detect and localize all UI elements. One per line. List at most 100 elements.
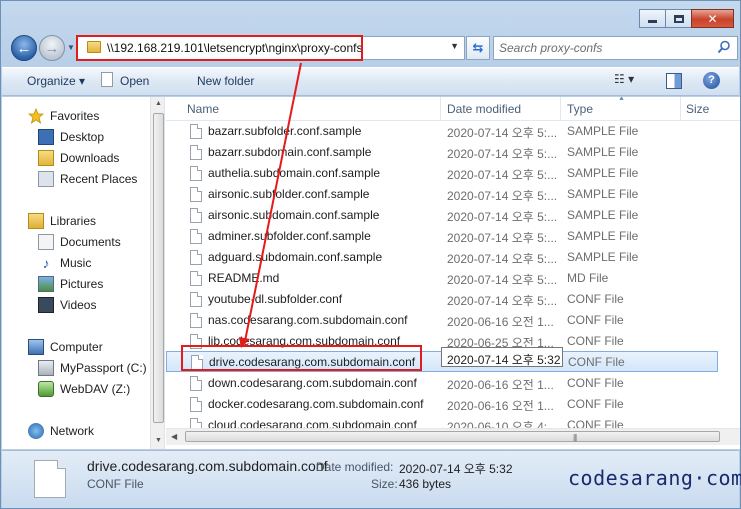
file-type: SAMPLE File xyxy=(567,208,639,222)
table-row[interactable]: README.md 2020-07-14 오후 5:... MD File xyxy=(166,268,718,289)
column-divider[interactable] xyxy=(560,97,561,121)
table-row[interactable]: authelia.subdomain.conf.sample 2020-07-14… xyxy=(166,163,718,184)
open-button[interactable]: Open xyxy=(101,72,150,88)
nav-downloads[interactable]: Downloads xyxy=(38,148,119,168)
open-label: Open xyxy=(120,74,150,88)
file-date: 2020-07-14 오후 5:... xyxy=(447,189,558,203)
file-name[interactable]: airsonic.subfolder.conf.sample xyxy=(208,187,369,201)
scroll-down-icon[interactable]: ▼ xyxy=(155,437,162,444)
file-name[interactable]: authelia.subdomain.conf.sample xyxy=(208,166,380,180)
command-toolbar: Organize ▾ Open New folder ☷ ▾ ? xyxy=(2,67,739,96)
table-row[interactable]: airsonic.subfolder.conf.sample 2020-07-14… xyxy=(166,184,718,205)
file-name[interactable]: youtube-dl.subfolder.conf xyxy=(208,292,342,306)
nav-network-label: Network xyxy=(50,424,95,438)
minimize-button[interactable] xyxy=(639,9,666,28)
file-name[interactable]: adguard.subdomain.conf.sample xyxy=(208,250,382,264)
maximize-button[interactable] xyxy=(665,9,692,28)
search-input[interactable] xyxy=(499,40,709,56)
file-type: SAMPLE File xyxy=(567,250,639,264)
nav-mypassport-label: MyPassport (C:) xyxy=(60,361,147,375)
close-icon: ✕ xyxy=(707,11,718,26)
file-name[interactable]: docker.codesarang.com.subdomain.conf xyxy=(208,397,423,411)
file-name[interactable]: bazarr.subfolder.conf.sample xyxy=(208,124,361,138)
file-icon xyxy=(190,166,202,181)
file-type: CONF File xyxy=(568,355,625,369)
column-type[interactable]: Type xyxy=(567,102,593,116)
close-button[interactable]: ✕ xyxy=(691,9,734,28)
table-row[interactable]: adminer.subfolder.conf.sample 2020-07-14 … xyxy=(166,226,718,247)
table-row[interactable]: adguard.subdomain.conf.sample 2020-07-14 … xyxy=(166,247,718,268)
nav-mypassport-drive[interactable]: MyPassport (C:) xyxy=(38,358,147,378)
nav-libraries-label: Libraries xyxy=(50,214,97,228)
nav-favorites[interactable]: Favorites xyxy=(27,106,100,126)
column-name[interactable]: Name xyxy=(187,102,219,116)
computer-icon xyxy=(28,339,44,355)
address-dropdown-icon[interactable]: ▼ xyxy=(450,41,459,51)
column-size[interactable]: Size xyxy=(686,102,709,116)
change-view-icon[interactable]: ☷ ▾ xyxy=(614,72,640,90)
file-icon xyxy=(190,187,202,202)
nav-pane-scrollbar[interactable]: ▲ ▼ xyxy=(150,97,164,449)
nav-computer[interactable]: Computer xyxy=(28,337,103,357)
minimize-icon xyxy=(648,20,657,23)
organize-button[interactable]: Organize ▾ xyxy=(27,74,85,88)
nav-network[interactable]: Network xyxy=(28,421,94,441)
file-icon xyxy=(190,271,202,286)
scroll-up-icon[interactable]: ▲ xyxy=(155,100,162,107)
back-button[interactable]: ← xyxy=(11,35,37,61)
forward-button[interactable]: → xyxy=(39,35,65,61)
nav-webdav-drive[interactable]: WebDAV (Z:) xyxy=(38,379,130,399)
scroll-left-icon[interactable]: ◀ xyxy=(171,432,177,441)
file-name[interactable]: README.md xyxy=(208,271,279,285)
nav-desktop[interactable]: Desktop xyxy=(38,127,104,147)
nav-videos[interactable]: Videos xyxy=(38,295,96,315)
column-divider[interactable] xyxy=(440,97,441,121)
file-type: SAMPLE File xyxy=(567,187,639,201)
table-row[interactable]: down.codesarang.com.subdomain.conf 2020-0… xyxy=(166,373,718,394)
nav-recent-places[interactable]: Recent Places xyxy=(38,169,137,189)
file-date: 2020-07-14 오후 5:... xyxy=(447,147,558,161)
nav-music-label: Music xyxy=(60,256,92,270)
file-name[interactable]: airsonic.subdomain.conf.sample xyxy=(208,208,379,222)
column-date-modified[interactable]: Date modified xyxy=(447,102,521,116)
table-row[interactable]: nas.codesarang.com.subdomain.conf 2020-06… xyxy=(166,310,718,331)
videos-icon xyxy=(38,297,54,313)
navigation-pane: Favorites Desktop Downloads Recent Place… xyxy=(2,97,165,449)
table-row[interactable]: airsonic.subdomain.conf.sample 2020-07-14… xyxy=(166,205,718,226)
file-list-pane: ▲ Name Date modified Type Size bazarr.su… xyxy=(166,97,740,449)
file-icon xyxy=(190,376,202,391)
nav-pictures[interactable]: Pictures xyxy=(38,274,103,294)
file-icon xyxy=(190,250,202,265)
search-icon[interactable] xyxy=(717,40,731,54)
file-name[interactable]: nas.codesarang.com.subdomain.conf xyxy=(208,313,407,327)
file-date: 2020-07-14 오후 5:... xyxy=(447,273,558,287)
file-name[interactable]: bazarr.subdomain.conf.sample xyxy=(208,145,371,159)
table-row[interactable]: youtube-dl.subfolder.conf 2020-07-14 오후 5… xyxy=(166,289,718,310)
main-area: Favorites Desktop Downloads Recent Place… xyxy=(2,97,740,449)
new-folder-button[interactable]: New folder xyxy=(197,74,254,88)
file-name[interactable]: adminer.subfolder.conf.sample xyxy=(208,229,371,243)
nav-libraries[interactable]: Libraries xyxy=(28,211,96,231)
open-file-icon xyxy=(101,72,113,87)
table-row[interactable]: bazarr.subfolder.conf.sample 2020-07-14 오… xyxy=(166,121,718,142)
nav-pane-scroll-thumb[interactable] xyxy=(153,113,164,423)
table-row[interactable]: bazarr.subdomain.conf.sample 2020-07-14 오… xyxy=(166,142,718,163)
details-size-value: 436 bytes xyxy=(399,477,452,491)
nav-favorites-label: Favorites xyxy=(50,109,100,123)
preview-pane-icon[interactable] xyxy=(666,73,682,89)
watermark-text: codesarang·com xyxy=(568,466,741,490)
column-divider[interactable] xyxy=(680,97,681,121)
history-dropdown-icon[interactable]: ▼ xyxy=(67,43,75,52)
nav-documents[interactable]: Documents xyxy=(38,232,121,252)
refresh-icon: ⇆ xyxy=(472,40,484,55)
maximize-icon xyxy=(673,14,684,23)
file-name[interactable]: down.codesarang.com.subdomain.conf xyxy=(208,376,417,390)
table-row[interactable]: docker.codesarang.com.subdomain.conf 2020… xyxy=(166,394,718,415)
file-name-highlight-annotation xyxy=(181,345,422,371)
file-list-hscroll-thumb[interactable] xyxy=(185,431,720,442)
file-type: CONF File xyxy=(567,397,624,411)
refresh-button[interactable]: ⇆ xyxy=(466,36,490,60)
nav-music[interactable]: ♪ Music xyxy=(38,253,92,273)
details-date-value: 2020-07-14 오후 5:32 xyxy=(399,462,513,476)
help-icon[interactable]: ? xyxy=(703,72,720,89)
